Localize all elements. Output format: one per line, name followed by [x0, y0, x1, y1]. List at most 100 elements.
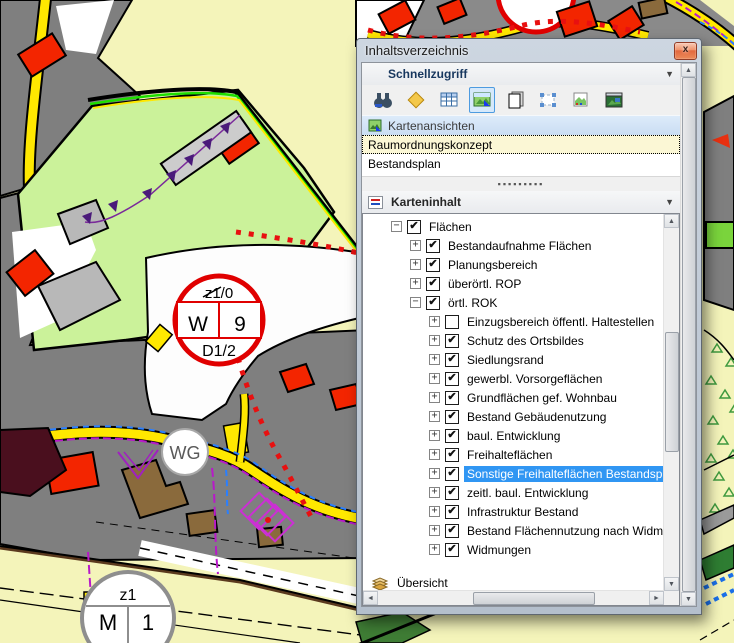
tree-row[interactable]: + ✔ Widmungen — [363, 540, 664, 559]
scroll-up-arrow-icon[interactable]: ▲ — [664, 214, 679, 228]
layer-checkbox[interactable]: ✔ — [445, 543, 459, 557]
layer-checkbox[interactable]: ✔ — [445, 372, 459, 386]
tree-item-label[interactable]: Grundflächen gef. Wohnbau — [464, 390, 620, 406]
map-views-icon[interactable] — [469, 87, 495, 113]
tree-item-label[interactable]: baul. Entwicklung — [464, 428, 563, 444]
expand-plus-icon[interactable]: + — [429, 506, 440, 517]
scroll-down-arrow-icon[interactable]: ▼ — [664, 577, 679, 591]
tree-row[interactable]: + ✔ Bestandaufnahme Flächen — [363, 236, 664, 255]
tree-item-label[interactable]: Schutz des Ortsbildes — [464, 333, 587, 349]
map-window-icon[interactable] — [601, 87, 627, 113]
tree-row[interactable]: + ✔ Sonstige Freihalteflächen Bestandspla — [363, 464, 664, 483]
overview-item[interactable]: Übersicht — [371, 573, 664, 591]
expand-plus-icon[interactable]: + — [429, 544, 440, 555]
expand-plus-icon[interactable]: + — [410, 278, 421, 289]
close-button[interactable]: x — [674, 42, 697, 60]
layer-checkbox[interactable]: ✔ — [407, 220, 421, 234]
panel-scrollbar[interactable]: ▲ ▼ — [680, 63, 696, 606]
tree-item-label[interactable]: Infrastruktur Bestand — [464, 504, 581, 520]
expand-plus-icon[interactable]: + — [429, 411, 440, 422]
layer-checkbox[interactable]: ✔ — [426, 239, 440, 253]
quick-access-header[interactable]: Schnellzugriff ▼ — [362, 63, 680, 85]
panel-titlebar[interactable]: Inhaltsverzeichnis x — [357, 39, 701, 62]
expand-plus-icon[interactable]: + — [429, 468, 440, 479]
expand-plus-icon[interactable]: + — [429, 487, 440, 498]
layer-checkbox[interactable]: ✔ — [445, 391, 459, 405]
thumbnail-image-icon[interactable] — [568, 87, 594, 113]
layer-checkbox[interactable]: ✔ — [445, 448, 459, 462]
expand-plus-icon[interactable]: + — [429, 392, 440, 403]
tree-row[interactable]: + ✔ Infrastruktur Bestand — [363, 502, 664, 521]
tree-item-label[interactable]: überörtl. ROP — [445, 276, 524, 292]
map-views-header[interactable]: Kartenansichten — [362, 115, 680, 135]
map-view-item[interactable]: Raumordnungskonzept — [362, 135, 680, 154]
layer-checkbox[interactable]: ✔ — [445, 353, 459, 367]
layer-checkbox[interactable]: ✔ — [445, 467, 459, 481]
expand-plus-icon[interactable]: + — [429, 525, 440, 536]
tree-item-label[interactable]: Bestand Flächennutzung nach Widmu — [464, 523, 664, 539]
diamond-query-icon[interactable] — [403, 87, 429, 113]
layer-checkbox[interactable]: ✔ — [426, 296, 440, 310]
expand-plus-icon[interactable]: + — [429, 335, 440, 346]
tree-row[interactable]: + ✔ Planungsbereich — [363, 255, 664, 274]
data-table-icon[interactable] — [436, 87, 462, 113]
layer-checkbox[interactable] — [445, 315, 459, 329]
scroll-left-arrow-icon[interactable]: ◄ — [363, 591, 378, 605]
tree-item-label[interactable]: Sonstige Freihalteflächen Bestandspla — [464, 466, 664, 482]
layer-checkbox[interactable]: ✔ — [445, 410, 459, 424]
tree-vertical-scrollbar[interactable]: ▲ ▼ — [663, 214, 679, 591]
expand-plus-icon[interactable]: + — [429, 373, 440, 384]
expand-plus-icon[interactable]: + — [410, 240, 421, 251]
tree-item-label[interactable]: örtl. ROK — [445, 295, 500, 311]
tree-row[interactable]: + ✔ Bestand Gebäudenutzung — [363, 407, 664, 426]
tree-item-label[interactable]: Widmungen — [464, 542, 534, 558]
collapse-minus-icon[interactable]: − — [391, 221, 402, 232]
chevron-down-icon[interactable]: ▼ — [665, 197, 674, 207]
tree-horizontal-scrollbar[interactable]: ◄ ► — [363, 590, 664, 605]
horizontal-scroll-thumb[interactable] — [473, 592, 595, 605]
map-view-item[interactable]: Bestandsplan — [362, 154, 680, 173]
tree-row[interactable]: +Einzugsbereich öffentl. Haltestellen — [363, 312, 664, 331]
expand-plus-icon[interactable]: + — [429, 354, 440, 365]
tree-item-label[interactable]: gewerbl. Vorsorgeflächen — [464, 371, 605, 387]
scroll-right-arrow-icon[interactable]: ► — [649, 591, 664, 605]
tree-item-label[interactable]: Freihalteflächen — [464, 447, 555, 463]
layer-checkbox[interactable]: ✔ — [445, 334, 459, 348]
layer-checkbox[interactable]: ✔ — [445, 486, 459, 500]
tree-item-label[interactable]: Siedlungsrand — [464, 352, 547, 368]
binoculars-search-icon[interactable] — [370, 87, 396, 113]
tree-row[interactable]: + ✔ Bestand Flächennutzung nach Widmu — [363, 521, 664, 540]
tree-item-label[interactable]: Bestand Gebäudenutzung — [464, 409, 609, 425]
tree-row[interactable]: + ✔ zeitl. baul. Entwicklung — [363, 483, 664, 502]
tree-row[interactable]: + ✔ Freihalteflächen — [363, 445, 664, 464]
vertical-scroll-thumb[interactable] — [665, 332, 679, 452]
tree-row[interactable]: + ✔ überörtl. ROP — [363, 274, 664, 293]
tree-row[interactable]: −✔ örtl. ROK — [363, 293, 664, 312]
fit-polygon-icon[interactable] — [535, 87, 561, 113]
tree-item-label[interactable]: Bestandaufnahme Flächen — [445, 238, 594, 254]
layer-checkbox[interactable]: ✔ — [426, 277, 440, 291]
expand-plus-icon[interactable]: + — [429, 430, 440, 441]
collapse-minus-icon[interactable]: − — [410, 297, 421, 308]
tree-row[interactable]: + ✔ Schutz des Ortsbildes — [363, 331, 664, 350]
splitter-handle[interactable]: ▪▪▪▪▪▪▪▪▪ — [362, 177, 680, 191]
layer-checkbox[interactable]: ✔ — [426, 258, 440, 272]
tree-item-label[interactable]: Flächen — [426, 219, 475, 235]
layer-checkbox[interactable]: ✔ — [445, 524, 459, 538]
chevron-down-icon[interactable]: ▼ — [665, 69, 674, 79]
map-content-header[interactable]: Karteninhalt ▼ — [362, 191, 680, 213]
tree-row[interactable]: + ✔ gewerbl. Vorsorgeflächen — [363, 369, 664, 388]
tree-item-label[interactable]: zeitl. baul. Entwicklung — [464, 485, 591, 501]
expand-plus-icon[interactable]: + — [410, 259, 421, 270]
legend-page-icon[interactable] — [502, 87, 528, 113]
expand-plus-icon[interactable]: + — [429, 449, 440, 460]
tree-row[interactable]: −✔ Flächen — [363, 217, 664, 236]
tree-item-label[interactable]: Planungsbereich — [445, 257, 540, 273]
tree-row[interactable]: + ✔ Grundflächen gef. Wohnbau — [363, 388, 664, 407]
layer-checkbox[interactable]: ✔ — [445, 505, 459, 519]
tree-item-label[interactable]: Einzugsbereich öffentl. Haltestellen — [464, 314, 657, 330]
scroll-down-arrow-icon[interactable]: ▼ — [681, 592, 696, 606]
layer-checkbox[interactable]: ✔ — [445, 429, 459, 443]
scroll-up-arrow-icon[interactable]: ▲ — [681, 63, 696, 77]
panel-scroll-thumb[interactable] — [682, 77, 696, 592]
